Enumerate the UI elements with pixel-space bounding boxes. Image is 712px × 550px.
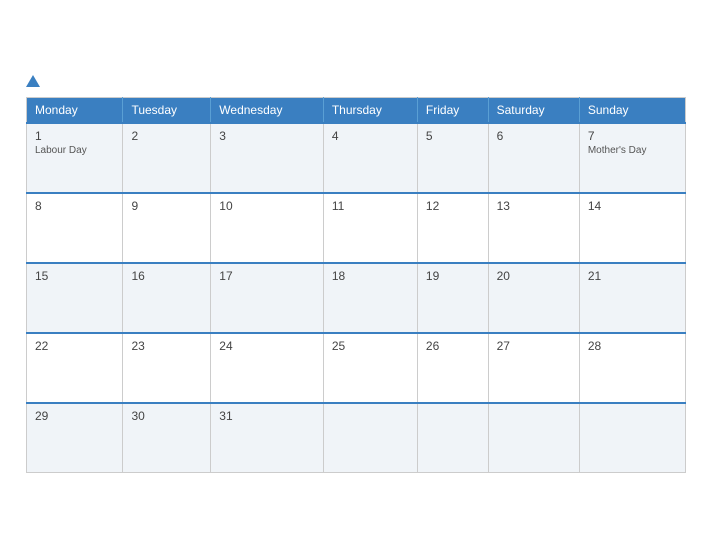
calendar-cell: 11 — [323, 193, 417, 263]
logo-triangle-icon — [26, 75, 40, 87]
calendar-week-row: 29 30 31 — [27, 403, 686, 473]
calendar-cell — [417, 403, 488, 473]
logo-blue-text — [26, 75, 42, 87]
day-number: 31 — [219, 409, 315, 423]
calendar-cell: 3 — [211, 123, 324, 193]
calendar-cell: 18 — [323, 263, 417, 333]
calendar-cell: 24 — [211, 333, 324, 403]
day-number: 21 — [588, 269, 677, 283]
day-number: 4 — [332, 129, 409, 143]
calendar-cell: 6 — [488, 123, 579, 193]
calendar-cell: 15 — [27, 263, 123, 333]
day-number: 1 — [35, 129, 114, 143]
day-number: 30 — [131, 409, 202, 423]
calendar-week-row: 8 9 10 11 12 13 14 — [27, 193, 686, 263]
day-number: 25 — [332, 339, 409, 353]
calendar-cell: 23 — [123, 333, 211, 403]
col-header-saturday: Saturday — [488, 97, 579, 123]
calendar-week-row: 15 16 17 18 19 20 21 — [27, 263, 686, 333]
calendar-cell: 28 — [579, 333, 685, 403]
day-number: 14 — [588, 199, 677, 213]
col-header-sunday: Sunday — [579, 97, 685, 123]
calendar-week-row: 1 Labour Day 2 3 4 5 6 7 Mother's Day — [27, 123, 686, 193]
holiday-label: Labour Day — [35, 145, 114, 156]
calendar-cell: 26 — [417, 333, 488, 403]
day-number: 10 — [219, 199, 315, 213]
calendar-header-row: MondayTuesdayWednesdayThursdayFridaySatu… — [27, 97, 686, 123]
day-number: 9 — [131, 199, 202, 213]
calendar-table: MondayTuesdayWednesdayThursdayFridaySatu… — [26, 97, 686, 474]
day-number: 12 — [426, 199, 480, 213]
day-number: 29 — [35, 409, 114, 423]
calendar-cell: 13 — [488, 193, 579, 263]
calendar-cell — [579, 403, 685, 473]
calendar-cell: 2 — [123, 123, 211, 193]
day-number: 15 — [35, 269, 114, 283]
calendar-cell: 22 — [27, 333, 123, 403]
holiday-label: Mother's Day — [588, 145, 677, 156]
day-number: 18 — [332, 269, 409, 283]
day-number: 28 — [588, 339, 677, 353]
day-number: 16 — [131, 269, 202, 283]
calendar-cell: 20 — [488, 263, 579, 333]
day-number: 3 — [219, 129, 315, 143]
day-number: 8 — [35, 199, 114, 213]
calendar-cell: 27 — [488, 333, 579, 403]
day-number: 23 — [131, 339, 202, 353]
calendar-cell: 9 — [123, 193, 211, 263]
day-number: 27 — [497, 339, 571, 353]
logo — [26, 75, 42, 87]
calendar-cell — [323, 403, 417, 473]
calendar-cell: 12 — [417, 193, 488, 263]
calendar-cell: 31 — [211, 403, 324, 473]
day-number: 2 — [131, 129, 202, 143]
day-number: 20 — [497, 269, 571, 283]
calendar-cell: 30 — [123, 403, 211, 473]
calendar-page: MondayTuesdayWednesdayThursdayFridaySatu… — [6, 57, 706, 494]
calendar-cell: 4 — [323, 123, 417, 193]
calendar-cell: 7 Mother's Day — [579, 123, 685, 193]
day-number: 11 — [332, 199, 409, 213]
calendar-cell: 25 — [323, 333, 417, 403]
calendar-cell: 16 — [123, 263, 211, 333]
calendar-cell: 5 — [417, 123, 488, 193]
col-header-monday: Monday — [27, 97, 123, 123]
day-number: 13 — [497, 199, 571, 213]
day-number: 17 — [219, 269, 315, 283]
day-number: 5 — [426, 129, 480, 143]
calendar-header — [26, 75, 686, 87]
day-number: 7 — [588, 129, 677, 143]
day-number: 26 — [426, 339, 480, 353]
calendar-cell: 14 — [579, 193, 685, 263]
calendar-cell: 10 — [211, 193, 324, 263]
calendar-cell: 21 — [579, 263, 685, 333]
day-number: 22 — [35, 339, 114, 353]
col-header-wednesday: Wednesday — [211, 97, 324, 123]
col-header-tuesday: Tuesday — [123, 97, 211, 123]
calendar-cell: 17 — [211, 263, 324, 333]
day-number: 19 — [426, 269, 480, 283]
calendar-cell: 29 — [27, 403, 123, 473]
calendar-cell: 1 Labour Day — [27, 123, 123, 193]
calendar-cell — [488, 403, 579, 473]
calendar-week-row: 22 23 24 25 26 27 28 — [27, 333, 686, 403]
calendar-cell: 19 — [417, 263, 488, 333]
col-header-friday: Friday — [417, 97, 488, 123]
col-header-thursday: Thursday — [323, 97, 417, 123]
day-number: 24 — [219, 339, 315, 353]
calendar-cell: 8 — [27, 193, 123, 263]
day-number: 6 — [497, 129, 571, 143]
